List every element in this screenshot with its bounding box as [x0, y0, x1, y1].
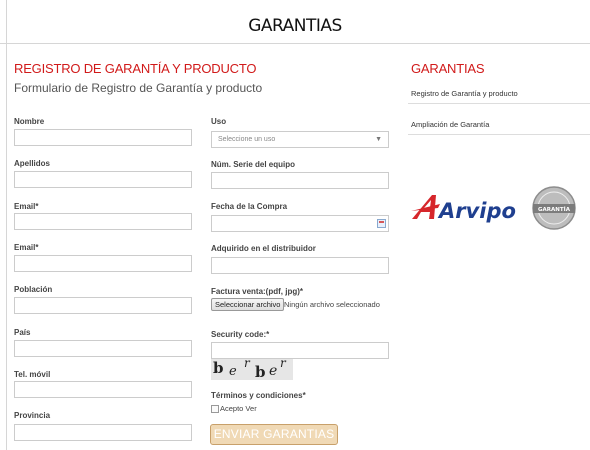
- email-confirm-input[interactable]: [14, 255, 192, 272]
- header-divider: [0, 43, 590, 44]
- uso-selected-value: Seleccione un uso: [218, 136, 276, 143]
- chevron-down-icon: ▼: [375, 136, 382, 143]
- badge-text: GARANTÍA: [538, 205, 571, 213]
- nombre-label: Nombre: [14, 117, 45, 126]
- guarantee-badge-icon: GARANTÍA: [532, 186, 576, 230]
- factura-label: Factura venta:(pdf, jpg)*: [211, 287, 304, 296]
- email-confirm-label: Email*: [14, 243, 39, 252]
- serie-input[interactable]: [211, 172, 389, 189]
- logo-text: Arvipo: [437, 199, 516, 223]
- accept-terms-checkbox[interactable]: [211, 405, 219, 413]
- fecha-compra-label: Fecha de la Compra: [211, 202, 288, 211]
- security-code-input[interactable]: [211, 342, 389, 359]
- tel-movil-input[interactable]: [14, 381, 192, 398]
- sidebar-divider: [408, 103, 590, 104]
- sidebar-item-registro[interactable]: Registro de Garantía y producto: [411, 89, 518, 98]
- terms-label: Términos y condiciones*: [211, 391, 306, 400]
- form-title: REGISTRO DE GARANTÍA Y PRODUCTO: [14, 61, 257, 76]
- captcha-image: b e r b e r: [211, 359, 293, 380]
- sidebar-item-ampliacion[interactable]: Ampliación de Garantía: [411, 120, 489, 129]
- poblacion-label: Población: [14, 285, 53, 294]
- arvipo-logo: Arvipo: [411, 195, 516, 223]
- email-label: Email*: [14, 202, 39, 211]
- pais-input[interactable]: [14, 340, 192, 357]
- sidebar-title: GARANTIAS: [411, 61, 485, 76]
- distribuidor-input[interactable]: [211, 257, 389, 274]
- tel-movil-label: Tel. móvil: [14, 370, 51, 379]
- page-title: GARANTIAS: [248, 16, 342, 36]
- submit-button[interactable]: ENVIAR GARANTIAS: [210, 424, 338, 445]
- pais-label: País: [14, 328, 31, 337]
- form-subtitle: Formulario de Registro de Garantía y pro…: [14, 81, 263, 95]
- file-select-button[interactable]: Seleccionar archivo: [211, 298, 285, 311]
- calendar-icon[interactable]: [377, 219, 386, 228]
- provincia-label: Provincia: [14, 411, 51, 420]
- sidebar-divider: [408, 134, 590, 135]
- file-status-text: Ningún archivo seleccionado: [284, 300, 380, 309]
- poblacion-input[interactable]: [14, 297, 192, 314]
- email-input[interactable]: [14, 213, 192, 230]
- accept-terms-label[interactable]: Acepto Ver: [220, 404, 257, 413]
- nombre-input[interactable]: [14, 129, 192, 146]
- serie-label: Núm. Serie del equipo: [211, 160, 296, 169]
- security-code-label: Security code:*: [211, 330, 270, 339]
- left-border-line: [6, 0, 7, 450]
- apellidos-input[interactable]: [14, 171, 192, 188]
- distribuidor-label: Adquirido en el distribuidor: [211, 244, 316, 253]
- apellidos-label: Apellidos: [14, 159, 51, 168]
- provincia-input[interactable]: [14, 424, 192, 441]
- fecha-compra-input[interactable]: [211, 215, 389, 232]
- uso-label: Uso: [211, 117, 227, 126]
- uso-select[interactable]: Seleccione un uso ▼: [211, 131, 389, 148]
